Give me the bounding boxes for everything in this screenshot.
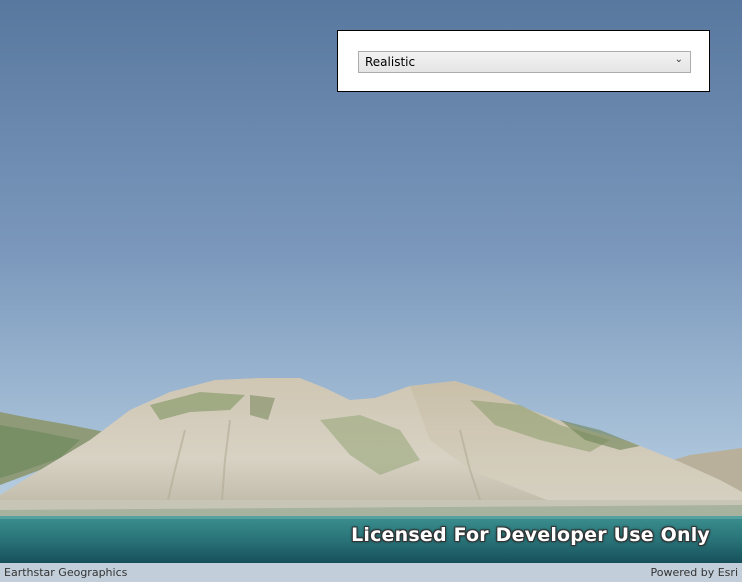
attribution-source: Earthstar Geographics [4,566,128,579]
chevron-down-icon[interactable]: ⌄ [675,54,683,65]
dropdown-selected-value: Realistic [365,55,416,69]
attribution-bar: Earthstar Geographics Powered by Esri [0,563,742,582]
license-watermark: Licensed For Developer Use Only [351,524,710,546]
lighting-mode-dropdown[interactable]: Realistic ⌄ [358,51,691,73]
lighting-options-panel: Realistic ⌄ [337,30,710,92]
powered-by-link[interactable]: Powered by Esri [650,566,738,579]
